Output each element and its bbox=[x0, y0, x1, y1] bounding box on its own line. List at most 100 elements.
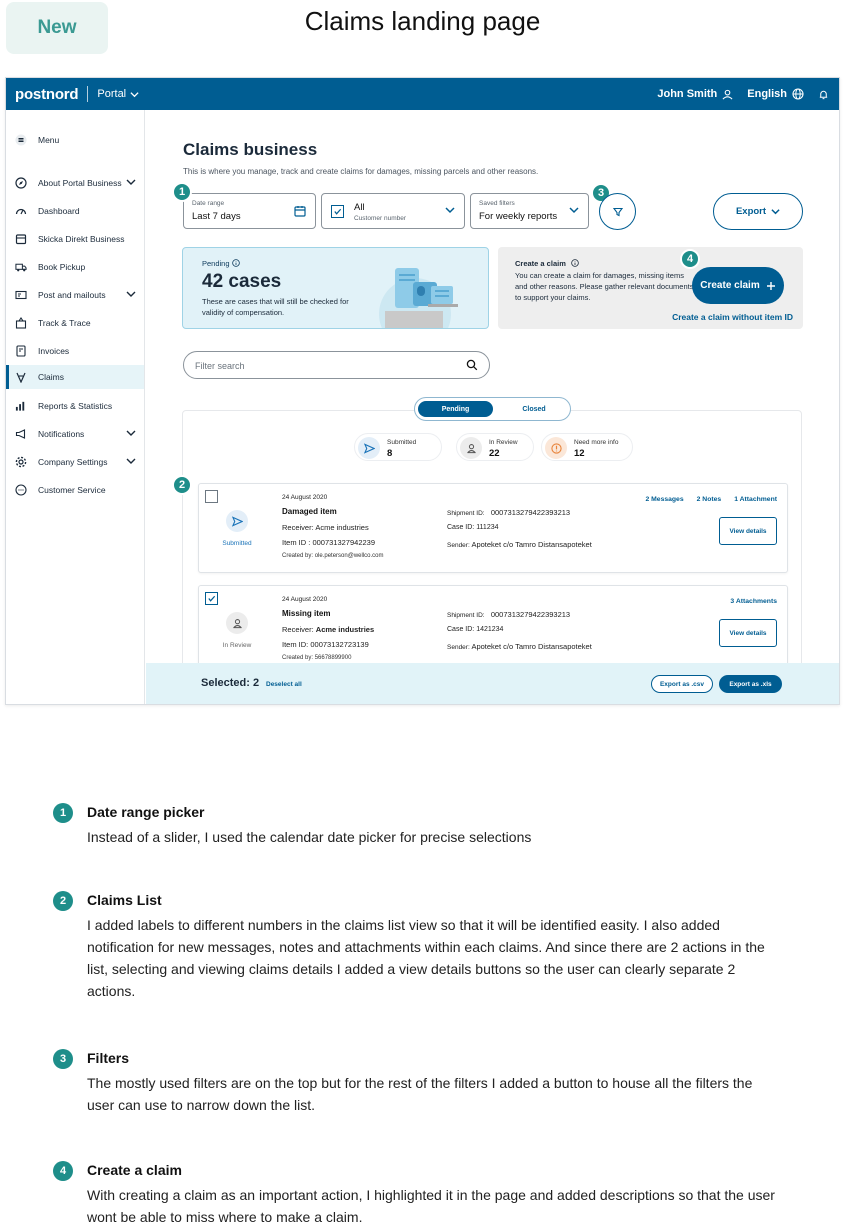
chevron-down-icon[interactable] bbox=[126, 177, 136, 187]
tab-pending[interactable]: Pending bbox=[418, 401, 493, 417]
language-selector[interactable]: English bbox=[747, 88, 804, 100]
user-menu[interactable]: John Smith bbox=[657, 88, 733, 100]
note-text: Instead of a slider, I used the calendar… bbox=[87, 829, 532, 845]
note-title: Claims List bbox=[87, 892, 162, 908]
sidebar-item-book-pickup[interactable]: Book Pickup bbox=[6, 255, 144, 279]
sidebar-item-label: Post and mailouts bbox=[38, 290, 106, 300]
sidebar-item-notifications[interactable]: Notifications bbox=[6, 422, 144, 446]
sidebar-item-about[interactable]: About Portal Business bbox=[6, 171, 144, 195]
view-details-button[interactable]: View details bbox=[719, 619, 777, 647]
created-by-label: Created by: bbox=[282, 655, 314, 661]
create-claim-title-row: Create a claim bbox=[515, 259, 579, 268]
export-csv-button[interactable]: Export as .csv bbox=[651, 675, 713, 693]
export-button[interactable]: Export bbox=[713, 193, 803, 230]
claims-list-panel: Pending Closed Submitted 8 In Review 22 … bbox=[182, 397, 802, 704]
shipment-id-label: Shipment ID: bbox=[447, 612, 485, 619]
claim-status: In Review bbox=[222, 642, 252, 649]
claim-case-id: Case ID: 111234 bbox=[447, 524, 499, 531]
reviewer-icon bbox=[460, 437, 482, 459]
create-claim-without-id-link[interactable]: Create a claim without item ID bbox=[672, 312, 793, 322]
annotation-marker-4: 4 bbox=[680, 249, 700, 269]
chevron-down-icon[interactable] bbox=[126, 289, 136, 299]
info-icon[interactable] bbox=[231, 259, 240, 267]
sidebar-item-dashboard[interactable]: Dashboard bbox=[6, 199, 144, 223]
gauge-icon bbox=[15, 205, 27, 217]
chevron-down-icon bbox=[569, 207, 579, 214]
create-claim-button[interactable]: Create claim bbox=[692, 267, 784, 304]
more-filters-button[interactable] bbox=[599, 193, 636, 230]
date-range-label: Date range bbox=[192, 200, 225, 207]
saved-filters-value: For weekly reports bbox=[479, 211, 558, 222]
claim-checkbox[interactable] bbox=[205, 490, 218, 503]
sidebar-item-label: Reports & Statistics bbox=[38, 401, 113, 411]
chevron-down-icon bbox=[445, 207, 455, 214]
attachments-link[interactable]: 3 Attachments bbox=[730, 598, 777, 605]
stat-label: In Review bbox=[489, 439, 518, 446]
view-details-button[interactable]: View details bbox=[719, 517, 777, 545]
tab-closed[interactable]: Closed bbox=[499, 401, 569, 417]
chevron-down-icon[interactable] bbox=[126, 456, 136, 466]
filter-search-input[interactable]: Filter search bbox=[183, 351, 490, 379]
mail-icon bbox=[15, 289, 27, 301]
saved-filters-label: Saved filters bbox=[479, 200, 515, 207]
search-icon[interactable] bbox=[466, 359, 478, 371]
sidebar-item-label: Customer Service bbox=[38, 485, 106, 495]
postnord-logo[interactable]: postnord bbox=[15, 86, 79, 103]
sidebar-item-menu[interactable]: Menu bbox=[6, 128, 144, 152]
attachments-link[interactable]: 1 Attachment bbox=[734, 496, 777, 503]
page-subtitle: This is where you manage, track and crea… bbox=[183, 167, 539, 176]
deselect-all-link[interactable]: Deselect all bbox=[266, 681, 302, 688]
sidebar-item-label: Company Settings bbox=[38, 457, 108, 467]
sidebar-item-track-trace[interactable]: Track & Trace bbox=[6, 311, 144, 335]
info-icon[interactable] bbox=[571, 259, 579, 267]
sidebar-item-customer-service[interactable]: Customer Service bbox=[6, 478, 144, 502]
pending-description: These are cases that will still be check… bbox=[202, 297, 349, 317]
globe-icon bbox=[792, 88, 804, 100]
case-id-label: Case ID: bbox=[447, 626, 475, 633]
receiver-value: Acme industries bbox=[315, 625, 375, 634]
sidebar-item-label: Skicka Direkt Business bbox=[38, 234, 125, 244]
selected-count: Selected: 2 bbox=[201, 677, 260, 689]
customer-label: Customer number bbox=[354, 215, 407, 222]
box-icon bbox=[15, 233, 27, 245]
note-text: With creating a claim as an important ac… bbox=[87, 1187, 775, 1225]
date-range-picker[interactable]: Date range Last 7 days bbox=[183, 193, 316, 229]
stat-label: Need more info bbox=[574, 439, 619, 446]
note-number: 4 bbox=[53, 1161, 73, 1181]
notes-link[interactable]: 2 Notes bbox=[697, 496, 722, 503]
status-tab-toggle: Pending Closed bbox=[414, 397, 571, 421]
claim-activity-links: 2 Messages 2 Notes 1 Attachment bbox=[645, 496, 777, 503]
chevron-down-icon[interactable] bbox=[126, 428, 136, 438]
menu-icon bbox=[15, 134, 27, 146]
messages-link[interactable]: 2 Messages bbox=[645, 496, 683, 503]
sidebar-item-claims[interactable]: Claims bbox=[6, 365, 144, 389]
claim-created-by: Created by: 56678899900 bbox=[282, 655, 351, 661]
selection-action-bar: Selected: 2 Deselect all Export as .csv … bbox=[146, 663, 839, 704]
user-name: John Smith bbox=[657, 88, 718, 100]
stat-need-more-info[interactable]: Need more info 12 bbox=[541, 433, 633, 461]
export-xls-button[interactable]: Export as .xls bbox=[719, 675, 782, 693]
case-id-value: 1421234 bbox=[476, 626, 504, 633]
sidebar-item-company-settings[interactable]: Company Settings bbox=[6, 450, 144, 474]
customer-number-select[interactable]: All Customer number bbox=[321, 193, 465, 229]
notifications-bell[interactable] bbox=[818, 89, 829, 100]
claim-checkbox[interactable] bbox=[205, 592, 218, 605]
claim-created-by: Created by: ole.peterson@wellco.com bbox=[282, 553, 384, 559]
note-text: I added labels to different numbers in t… bbox=[87, 917, 765, 999]
documents-illustration-icon bbox=[379, 268, 458, 328]
sidebar-item-post-mailouts[interactable]: Post and mailouts bbox=[6, 283, 144, 307]
saved-filters-select[interactable]: Saved filters For weekly reports bbox=[470, 193, 589, 229]
check-icon bbox=[208, 595, 216, 602]
sidebar-item-invoices[interactable]: Invoices bbox=[6, 339, 144, 363]
claim-row[interactable]: In Review 24 August 2020 Missing item Re… bbox=[198, 585, 788, 675]
stat-in-review[interactable]: In Review 22 bbox=[456, 433, 534, 461]
portal-switcher[interactable]: Portal bbox=[97, 88, 139, 100]
sidebar-item-reports[interactable]: Reports & Statistics bbox=[6, 394, 144, 418]
stat-submitted[interactable]: Submitted 8 bbox=[354, 433, 442, 461]
sidebar-item-skicka[interactable]: Skicka Direkt Business bbox=[6, 227, 144, 251]
claim-row[interactable]: Submitted 24 August 2020 Damaged item Re… bbox=[198, 483, 788, 573]
customer-checkbox[interactable] bbox=[331, 205, 344, 218]
pending-summary-card: Pending 42 cases These are cases that wi… bbox=[182, 247, 489, 329]
customer-value: All bbox=[354, 202, 365, 213]
sender-label: Sender: bbox=[447, 542, 470, 549]
